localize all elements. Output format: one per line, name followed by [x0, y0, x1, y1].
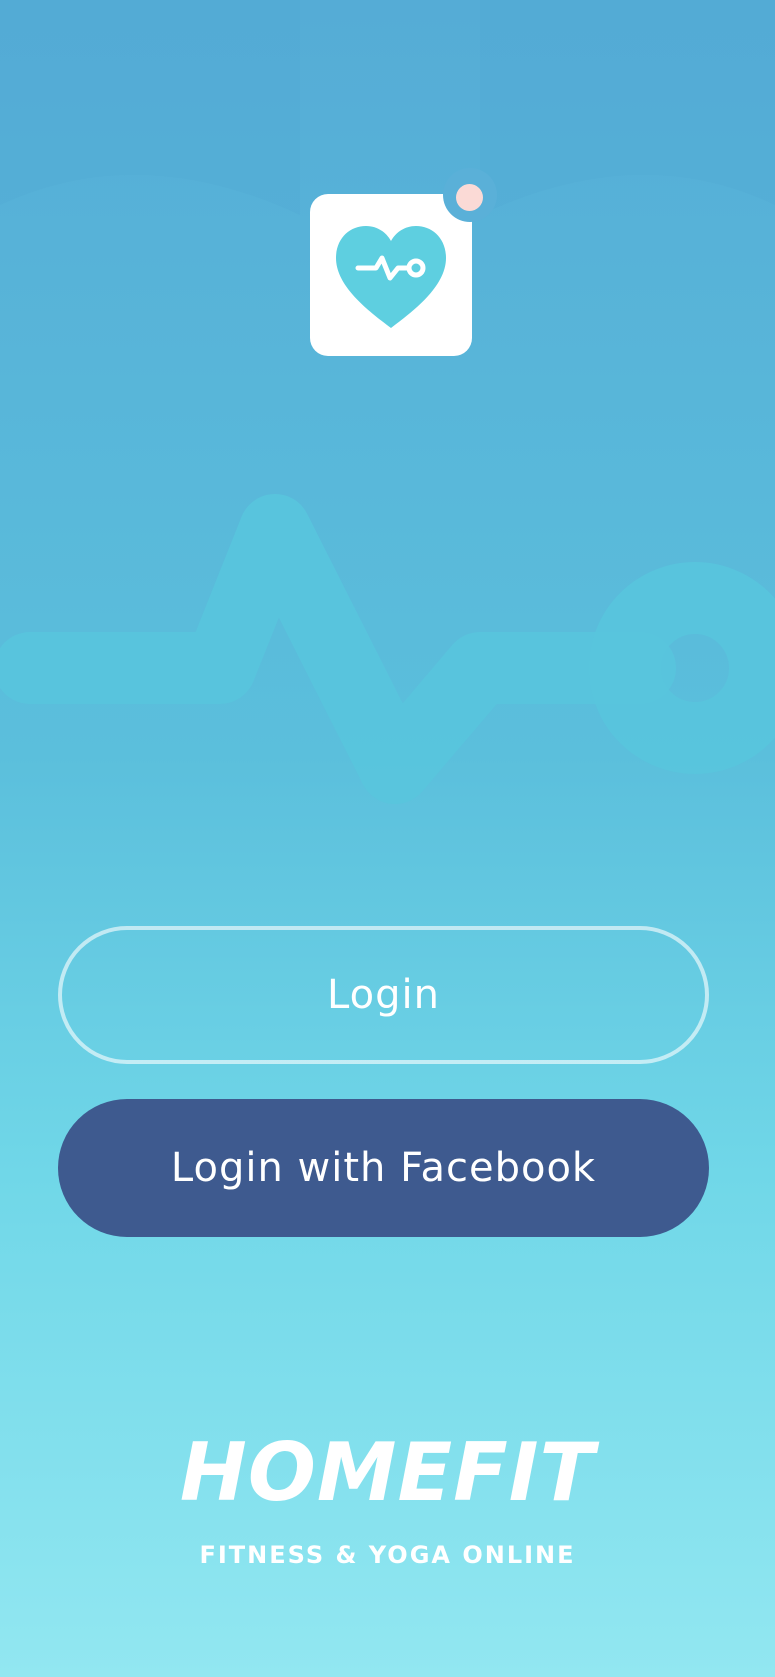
login-button[interactable]: Login [58, 926, 709, 1064]
notification-dot [456, 184, 483, 211]
login-screen: Login Login with Facebook HOMEFIT FITNES… [0, 0, 775, 1677]
brand-tagline: FITNESS & YOGA ONLINE [199, 1541, 576, 1569]
app-icon [310, 194, 472, 356]
login-button-label: Login [327, 972, 440, 1018]
facebook-login-button[interactable]: Login with Facebook [58, 1099, 709, 1237]
brand-logo-text: HOMEFIT [179, 1426, 596, 1519]
heart-pulse-icon [336, 226, 446, 328]
facebook-login-button-label: Login with Facebook [170, 1145, 597, 1191]
